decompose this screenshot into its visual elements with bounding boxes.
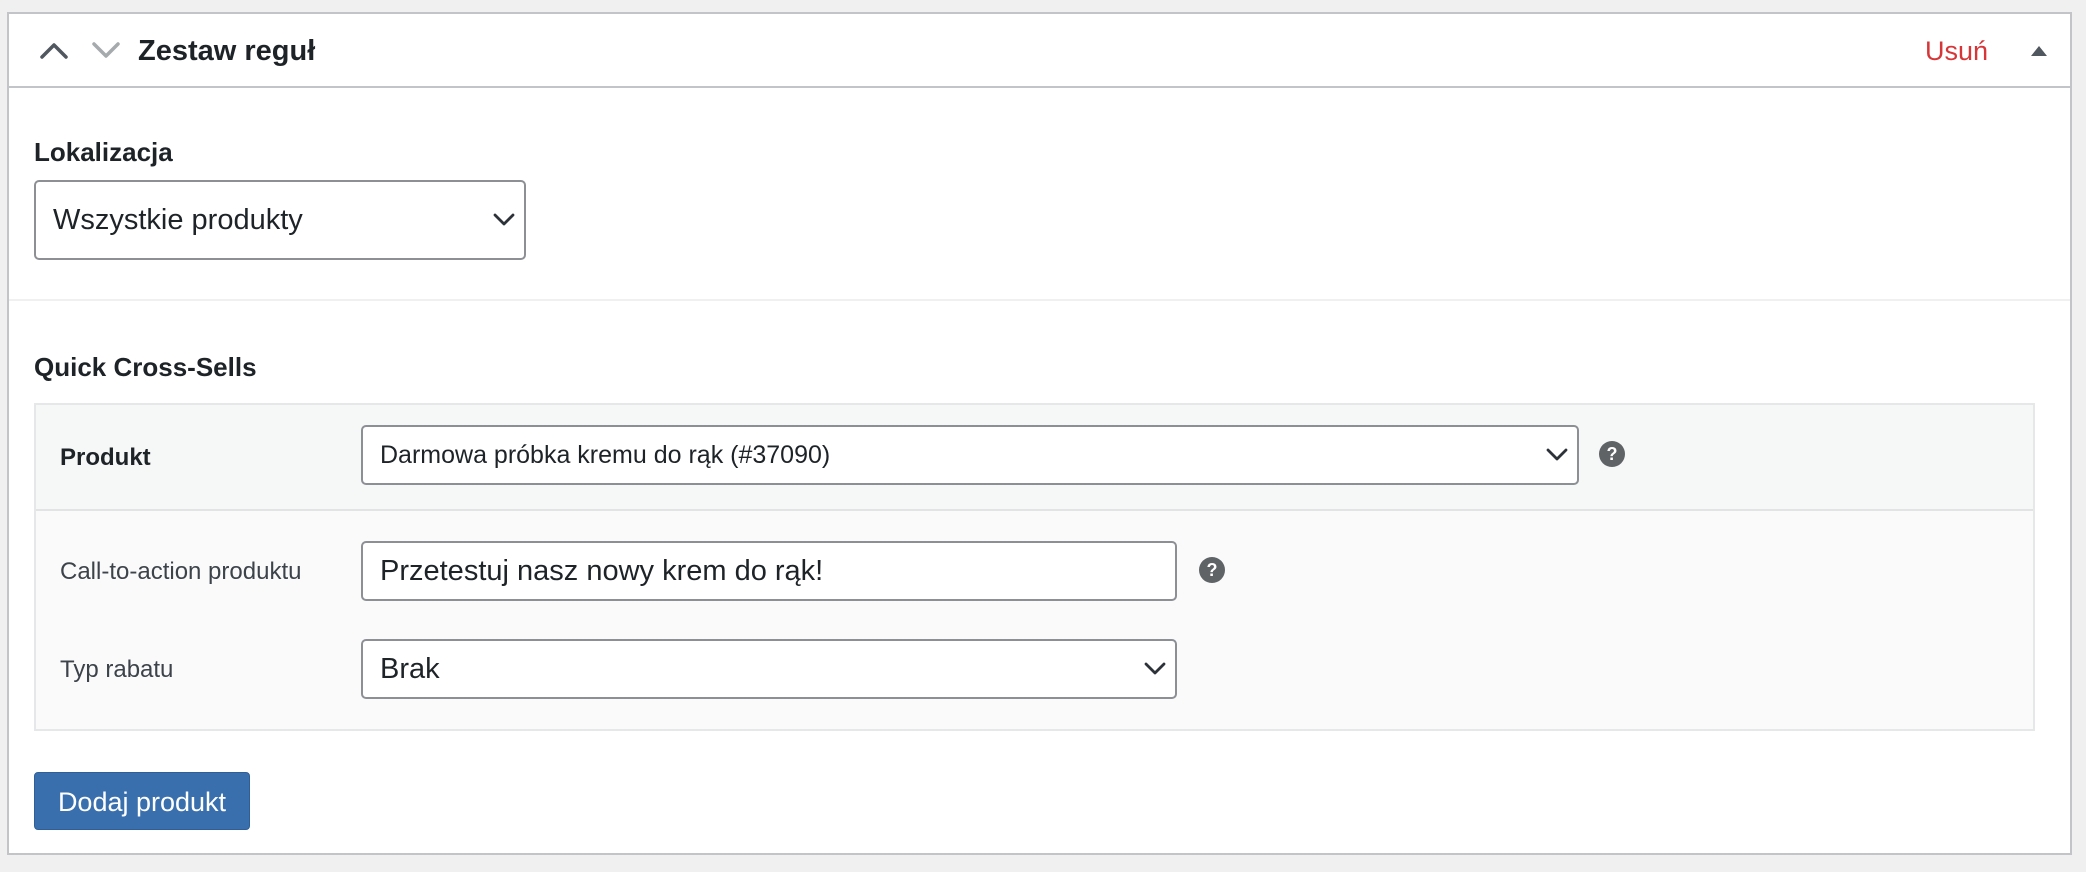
discount-type-select[interactable]: Brak <box>361 639 1177 699</box>
remove-link[interactable]: Usuń <box>1925 34 1988 68</box>
add-product-button[interactable]: Dodaj produkt <box>34 772 250 830</box>
product-label: Produkt <box>60 444 151 471</box>
cross-sells-title: Quick Cross-Sells <box>34 352 257 382</box>
discount-type-label: Typ rabatu <box>60 656 174 683</box>
chevron-down-icon <box>1135 662 1175 676</box>
chevron-down-icon <box>484 213 524 227</box>
location-label: Lokalizacja <box>34 137 173 167</box>
location-select-value: Wszystkie produkty <box>53 203 303 236</box>
discount-type-value: Brak <box>380 652 440 685</box>
product-row: Produkt Darmowa próbka kremu do rąk (#37… <box>36 405 2033 511</box>
cross-sell-item: Produkt Darmowa próbka kremu do rąk (#37… <box>34 403 2035 731</box>
chevron-down-icon <box>92 42 120 58</box>
move-up-button[interactable] <box>37 36 71 64</box>
location-select[interactable]: Wszystkie produkty <box>34 180 526 260</box>
rule-set-title: Zestaw reguł <box>138 35 316 67</box>
triangle-up-icon <box>2031 46 2047 56</box>
cta-input[interactable] <box>361 541 1177 601</box>
move-down-button[interactable] <box>89 36 123 64</box>
chevron-down-icon <box>1537 448 1577 462</box>
product-select-value: Darmowa próbka kremu do rąk (#37090) <box>380 440 831 469</box>
chevron-up-icon <box>40 43 68 59</box>
cta-help-icon[interactable]: ? <box>1199 557 1225 583</box>
product-select[interactable]: Darmowa próbka kremu do rąk (#37090) <box>361 425 1579 485</box>
rule-set-panel: Zestaw reguł Usuń Lokalizacja Wszystkie … <box>7 12 2072 855</box>
collapse-toggle-button[interactable] <box>2028 40 2050 62</box>
product-help-icon[interactable]: ? <box>1599 441 1625 467</box>
section-divider <box>9 299 2070 301</box>
cta-label: Call-to-action produktu <box>60 558 302 585</box>
panel-header: Zestaw reguł Usuń <box>9 14 2070 88</box>
